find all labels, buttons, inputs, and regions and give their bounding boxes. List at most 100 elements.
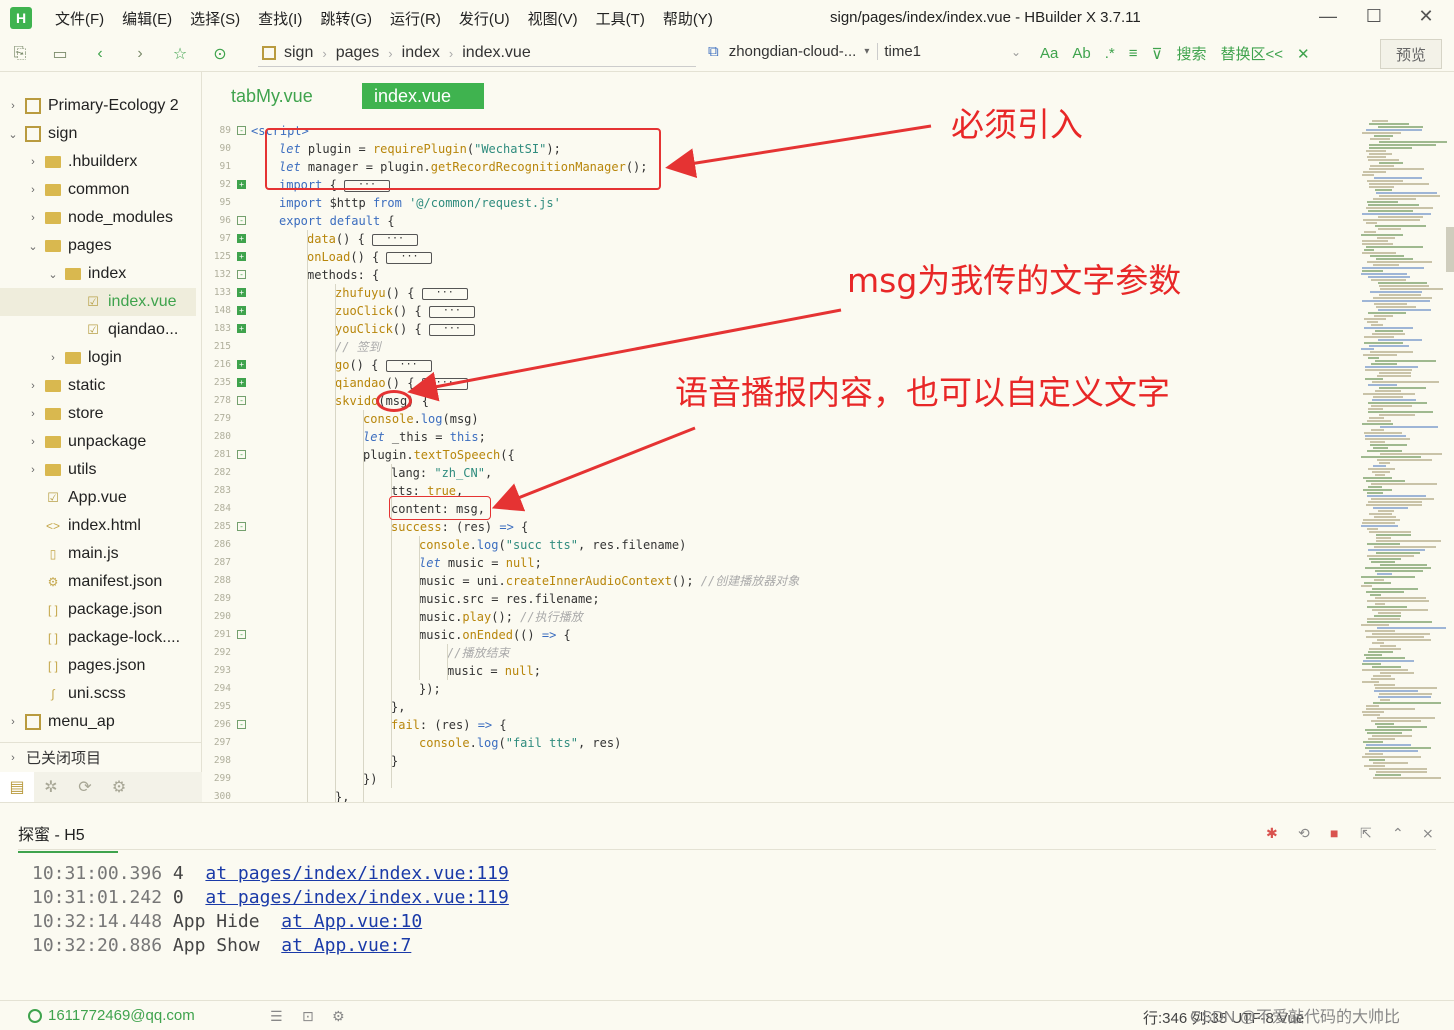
explorer-icon[interactable]: ▤	[0, 772, 34, 802]
tree-item[interactable]: ⌄ index	[0, 260, 196, 288]
menu-item[interactable]: 选择(S)	[181, 8, 249, 29]
whole-word-icon[interactable]: Ab	[1072, 45, 1090, 62]
menu-item[interactable]: 运行(R)	[381, 8, 450, 29]
tree-item[interactable]: › menu_ap	[0, 708, 196, 736]
chevron-right-icon[interactable]: ›	[26, 380, 40, 392]
closed-projects-section[interactable]: › 已关闭项目	[0, 742, 202, 772]
tree-item[interactable]: › unpackage	[0, 428, 196, 456]
annotation-speech-content: 语音播报内容，也可以自定义文字	[675, 373, 1170, 412]
debug-icon[interactable]: ✲	[34, 772, 68, 802]
chevron-right-icon[interactable]: ›	[26, 156, 40, 168]
menu-item[interactable]: 工具(T)	[587, 8, 654, 29]
breadcrumb-item[interactable]: index	[402, 44, 440, 62]
tree-item[interactable]: › Primary-Ecology 2	[0, 92, 196, 120]
tree-item[interactable]: › login	[0, 344, 196, 372]
menu-item[interactable]: 编辑(E)	[113, 8, 181, 29]
tree-item[interactable]: › .hbuilderx	[0, 148, 196, 176]
tree-item[interactable]: › static	[0, 372, 196, 400]
minimap-line	[1376, 192, 1437, 194]
minimap-line	[1366, 150, 1386, 152]
source-control-icon[interactable]: ⟳	[68, 772, 102, 802]
list-icon[interactable]: ≡	[1129, 45, 1138, 62]
tree-item[interactable]: ⌄ pages	[0, 232, 196, 260]
forward-icon[interactable]: ›	[120, 45, 160, 63]
new-file-icon[interactable]: ⎘	[0, 45, 40, 63]
tree-item[interactable]: › utils	[0, 456, 196, 484]
list-icon[interactable]: ☰	[270, 1008, 283, 1025]
tree-item[interactable]: › store	[0, 400, 196, 428]
tree-item[interactable]: ∫ uni.scss	[0, 680, 196, 708]
minimap-line	[1378, 309, 1431, 311]
minimap[interactable]	[1343, 72, 1454, 802]
tree-item[interactable]: ☑ qiandao...	[0, 316, 196, 344]
menu-item[interactable]: 查找(I)	[249, 8, 311, 29]
menu-item[interactable]: 帮助(Y)	[654, 8, 722, 29]
match-case-icon[interactable]: Aa	[1040, 45, 1058, 62]
save-icon[interactable]: ▭	[40, 44, 80, 64]
chevron-down-icon[interactable]: ⌄	[6, 128, 20, 141]
tree-item[interactable]: ⚙ manifest.json	[0, 568, 196, 596]
account-status[interactable]: 1611772469@qq.com	[28, 1007, 195, 1024]
log-source-link[interactable]: at pages/index/index.vue:119	[205, 887, 508, 908]
back-icon[interactable]: ‹	[80, 45, 120, 63]
close-button[interactable]: ✕	[1406, 6, 1446, 27]
log-source-link[interactable]: at pages/index/index.vue:119	[205, 863, 508, 884]
branch-name[interactable]: time1	[877, 43, 921, 60]
open-external-icon[interactable]: ⇱	[1360, 825, 1372, 842]
restart-icon[interactable]: ⟲	[1298, 825, 1310, 842]
chevron-right-icon[interactable]: ›	[26, 464, 40, 476]
tree-item[interactable]: ▯ main.js	[0, 540, 196, 568]
tree-item-label: manifest.json	[68, 573, 163, 590]
log-source-link[interactable]: at App.vue:7	[281, 935, 411, 956]
chevron-right-icon[interactable]: ›	[26, 212, 40, 224]
arrow-imports	[665, 124, 932, 179]
minimap-line	[1362, 132, 1401, 134]
log-source-link[interactable]: at App.vue:10	[281, 911, 422, 932]
replace-toggle-button[interactable]: 替换区<<	[1221, 43, 1284, 64]
maximize-button[interactable]: ☐	[1354, 6, 1394, 27]
chevron-down-icon[interactable]: ⌄	[26, 240, 40, 253]
tree-item[interactable]: › node_modules	[0, 204, 196, 232]
chevron-right-icon[interactable]: ›	[26, 436, 40, 448]
chevron-right-icon: ›	[388, 45, 393, 61]
chevron-right-icon[interactable]: ›	[6, 716, 20, 728]
close-search-icon[interactable]: ✕	[1297, 45, 1310, 63]
chevron-right-icon[interactable]: ›	[46, 352, 60, 364]
plugin-icon[interactable]: ⚙	[102, 772, 136, 802]
stop-icon[interactable]: ■	[1330, 825, 1338, 841]
chevron-up-icon[interactable]: ⌃	[1392, 825, 1404, 842]
search-button[interactable]: 搜索	[1176, 43, 1206, 64]
run-icon[interactable]: ⊙	[200, 44, 240, 64]
minimap-line	[1370, 255, 1404, 257]
chevron-right-icon[interactable]: ›	[26, 408, 40, 420]
preview-button[interactable]: 预览	[1380, 39, 1442, 69]
menu-item[interactable]: 跳转(G)	[311, 8, 381, 29]
tree-item[interactable]: ⌄ sign	[0, 120, 196, 148]
menu-item[interactable]: 文件(F)	[46, 8, 113, 29]
tree-item[interactable]: ☑ index.vue	[0, 288, 196, 316]
chevron-down-icon[interactable]: ⌄	[46, 268, 60, 281]
tree-item[interactable]: ☑ App.vue	[0, 484, 196, 512]
plugin-icon[interactable]: ⚙	[332, 1008, 345, 1025]
tree-item[interactable]: [ ] package-lock....	[0, 624, 196, 652]
star-icon[interactable]: ☆	[160, 44, 200, 64]
breadcrumb-item[interactable]: index.vue	[462, 44, 531, 62]
scrollbar-thumb[interactable]	[1446, 227, 1454, 272]
breadcrumb-item[interactable]: sign	[284, 44, 313, 62]
tree-item[interactable]: [ ] pages.json	[0, 652, 196, 680]
chevron-right-icon[interactable]: ›	[6, 100, 20, 112]
regex-icon[interactable]: .*	[1105, 45, 1115, 62]
terminal-icon[interactable]: ⊡	[302, 1008, 314, 1025]
menu-item[interactable]: 视图(V)	[519, 8, 587, 29]
run-target-selector[interactable]: ⧉ zhongdian-cloud-... ▾ time1 ⌄	[708, 43, 1021, 60]
menu-item[interactable]: 发行(U)	[450, 8, 519, 29]
filter-icon[interactable]: ⊽	[1152, 45, 1163, 63]
minimize-button[interactable]: —	[1308, 6, 1348, 27]
tree-item[interactable]: › common	[0, 176, 196, 204]
chevron-right-icon[interactable]: ›	[26, 184, 40, 196]
bug-icon[interactable]: ✱	[1266, 825, 1278, 842]
breadcrumb-item[interactable]: pages	[336, 44, 380, 62]
tree-item[interactable]: [ ] package.json	[0, 596, 196, 624]
clear-console-icon[interactable]: ⨯	[1422, 825, 1434, 842]
tree-item[interactable]: <> index.html	[0, 512, 196, 540]
